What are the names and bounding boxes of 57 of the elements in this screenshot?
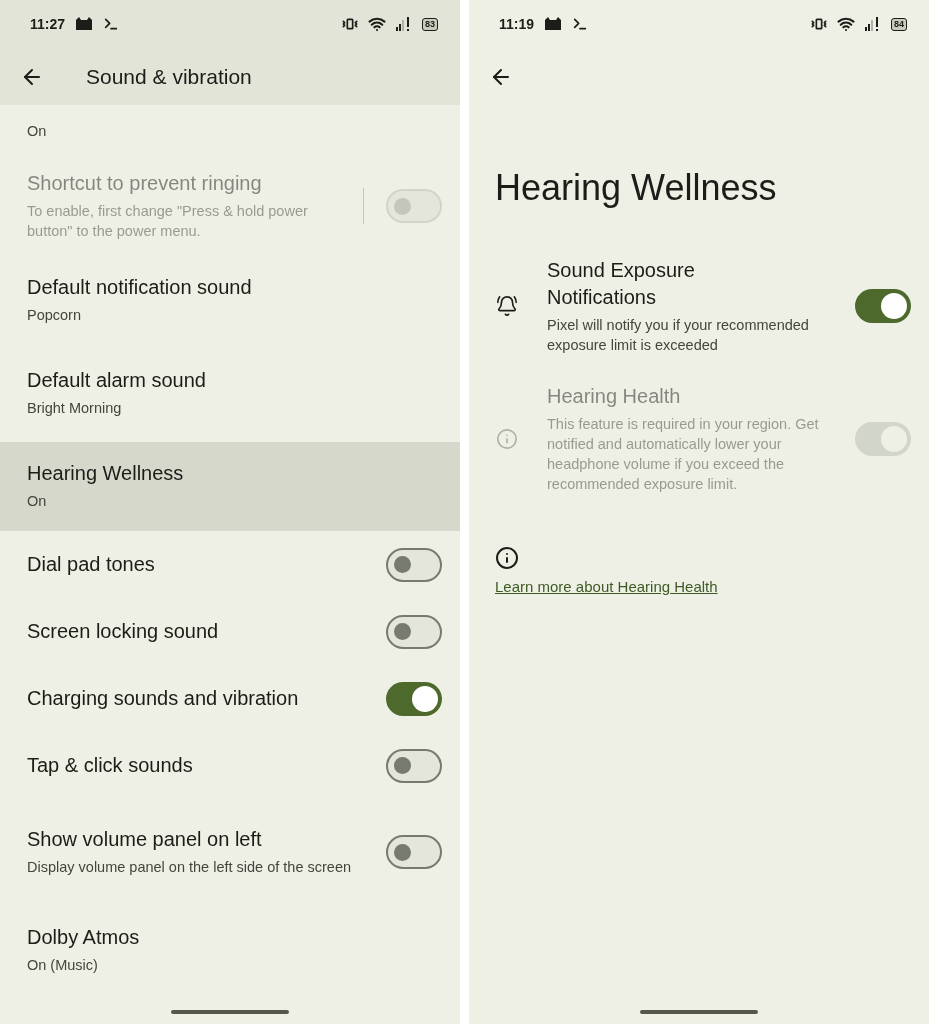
battery-level: 84 (891, 17, 907, 31)
settings-row[interactable]: Charging sounds and vibration (0, 665, 460, 732)
setting-title: Shortcut to prevent ringing (27, 171, 263, 195)
setting-summary: On (27, 122, 48, 141)
setting-title: Default notification sound (27, 275, 253, 299)
setting-title: Charging sounds and vibration (27, 687, 300, 710)
bell-icon (496, 295, 518, 317)
setting-title: Hearing Wellness (27, 462, 185, 485)
terminal-icon (103, 16, 120, 32)
setting-title: Dolby Atmos (27, 925, 141, 949)
setting-title: Screen locking sound (27, 620, 220, 643)
setting-title: Default alarm sound (27, 369, 207, 392)
toggle-switch[interactable] (386, 748, 442, 783)
setting-summary: Bright Morning (27, 399, 123, 418)
status-time: 11:27 (30, 16, 66, 32)
screen-title: Sound & vibration (86, 64, 252, 89)
learn-more-link[interactable]: Learn more about Hearing Health (495, 578, 718, 595)
vibrate-icon (811, 16, 827, 32)
setting-title: Sound Exposure Notifications (547, 258, 696, 310)
setting-summary: Display volume panel on the left side of the screen (27, 857, 353, 877)
setting-summary: On (27, 492, 48, 511)
setting-summary: Pixel will notify you if your recommended exposure limit is exceeded (547, 316, 810, 355)
settings-row[interactable]: Tap & click sounds (0, 732, 460, 799)
settings-row[interactable]: Dolby Atmos On (Music) (0, 905, 460, 995)
setting-title: Show volume panel on left (27, 827, 263, 851)
vibrate-icon (342, 16, 358, 32)
signal-icon (865, 17, 881, 31)
status-time: 11:19 (499, 16, 535, 32)
terminal-icon (572, 16, 589, 32)
toggle-switch[interactable] (386, 547, 442, 582)
info-icon (496, 427, 518, 450)
settings-row[interactable]: Default notification sound Popcorn (0, 255, 460, 345)
setting-title: Hearing Health (547, 384, 682, 409)
setting-summary: Popcorn (27, 305, 82, 325)
settings-row[interactable]: Screen locking sound (0, 598, 460, 665)
settings-row[interactable]: Hearing Wellness On (0, 442, 460, 531)
gesture-handle[interactable] (171, 1010, 289, 1014)
toggle-switch[interactable] (386, 681, 442, 716)
gesture-handle[interactable] (640, 1010, 758, 1014)
setting-summary: This feature is required in your region. Get notified and automatically lower your headphone volume if you exceed the recommended exposure limit. (547, 415, 820, 494)
toggle-switch[interactable] (855, 289, 911, 323)
signal-icon (396, 17, 412, 31)
wifi-icon (837, 15, 855, 33)
toggle-switch[interactable] (386, 835, 442, 869)
setting-summary: On (Music) (27, 955, 99, 975)
setting-title: Dial pad tones (27, 553, 156, 576)
settings-row[interactable]: Dial pad tones (0, 531, 460, 598)
battery-level: 83 (422, 17, 438, 31)
wifi-icon (368, 15, 386, 33)
settings-row[interactable]: On (0, 105, 460, 157)
setting-summary: To enable, first change "Press & hold power button" to the power menu. (27, 201, 309, 241)
settings-row[interactable]: Show volume panel on left Display volume panel on the left side of the screen (0, 799, 460, 905)
toggle-switch[interactable] (386, 614, 442, 649)
settings-row[interactable]: Default alarm sound Bright Morning (0, 345, 460, 442)
info-icon (495, 546, 519, 570)
screen-title: Hearing Wellness (495, 167, 778, 209)
setting-title: Tap & click sounds (27, 754, 194, 777)
